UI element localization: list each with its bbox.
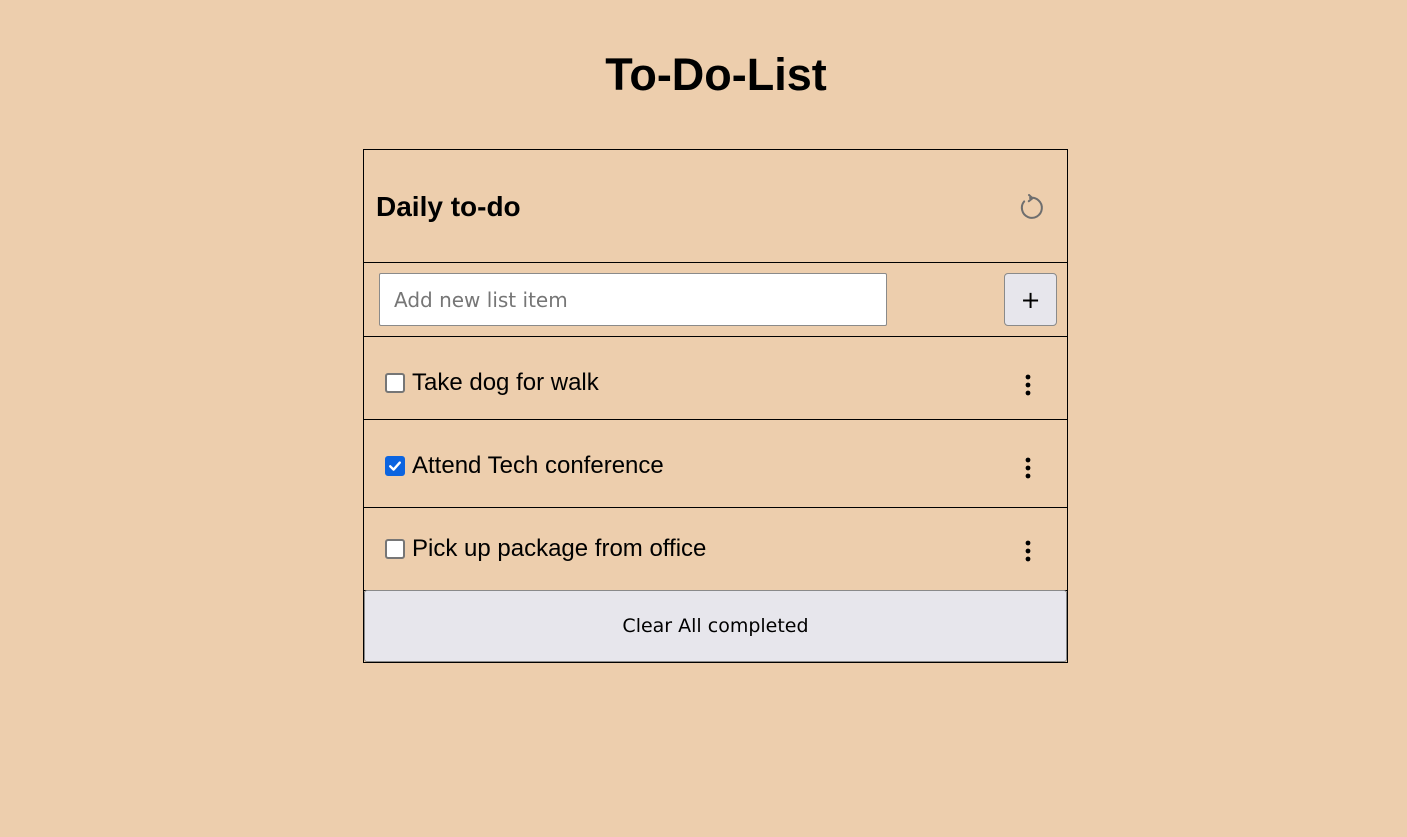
item-checkbox[interactable] bbox=[385, 373, 405, 393]
clear-completed-button[interactable]: Clear All completed bbox=[364, 590, 1067, 662]
kebab-menu-icon bbox=[1025, 374, 1031, 396]
item-menu-button[interactable] bbox=[1016, 537, 1040, 565]
item-menu-button[interactable] bbox=[1016, 371, 1040, 399]
refresh-icon bbox=[1020, 194, 1043, 219]
card-title: Daily to-do bbox=[376, 191, 521, 222]
item-checkbox[interactable] bbox=[385, 539, 405, 559]
page-title: To-Do-List bbox=[605, 49, 827, 100]
card-header: Daily to-do bbox=[364, 150, 1067, 263]
item-menu-button[interactable] bbox=[1016, 454, 1040, 482]
item-label: Take dog for walk bbox=[412, 369, 599, 396]
add-item-row: + bbox=[364, 263, 1067, 337]
item-label: Pick up package from office bbox=[412, 535, 707, 562]
kebab-menu-icon bbox=[1025, 457, 1031, 479]
new-item-input[interactable] bbox=[379, 273, 887, 326]
item-checkbox[interactable] bbox=[385, 456, 405, 476]
item-label: Attend Tech conference bbox=[412, 452, 664, 479]
check-icon bbox=[389, 461, 401, 471]
add-item-button[interactable]: + bbox=[1004, 273, 1057, 326]
list-item: Pick up package from office bbox=[364, 508, 1067, 591]
list-item: Take dog for walk bbox=[364, 337, 1067, 420]
kebab-menu-icon bbox=[1025, 540, 1031, 562]
todo-card: Daily to-do + Take dog for walk bbox=[363, 149, 1068, 663]
list-item: Attend Tech conference bbox=[364, 425, 1067, 508]
refresh-button[interactable] bbox=[1012, 190, 1048, 226]
